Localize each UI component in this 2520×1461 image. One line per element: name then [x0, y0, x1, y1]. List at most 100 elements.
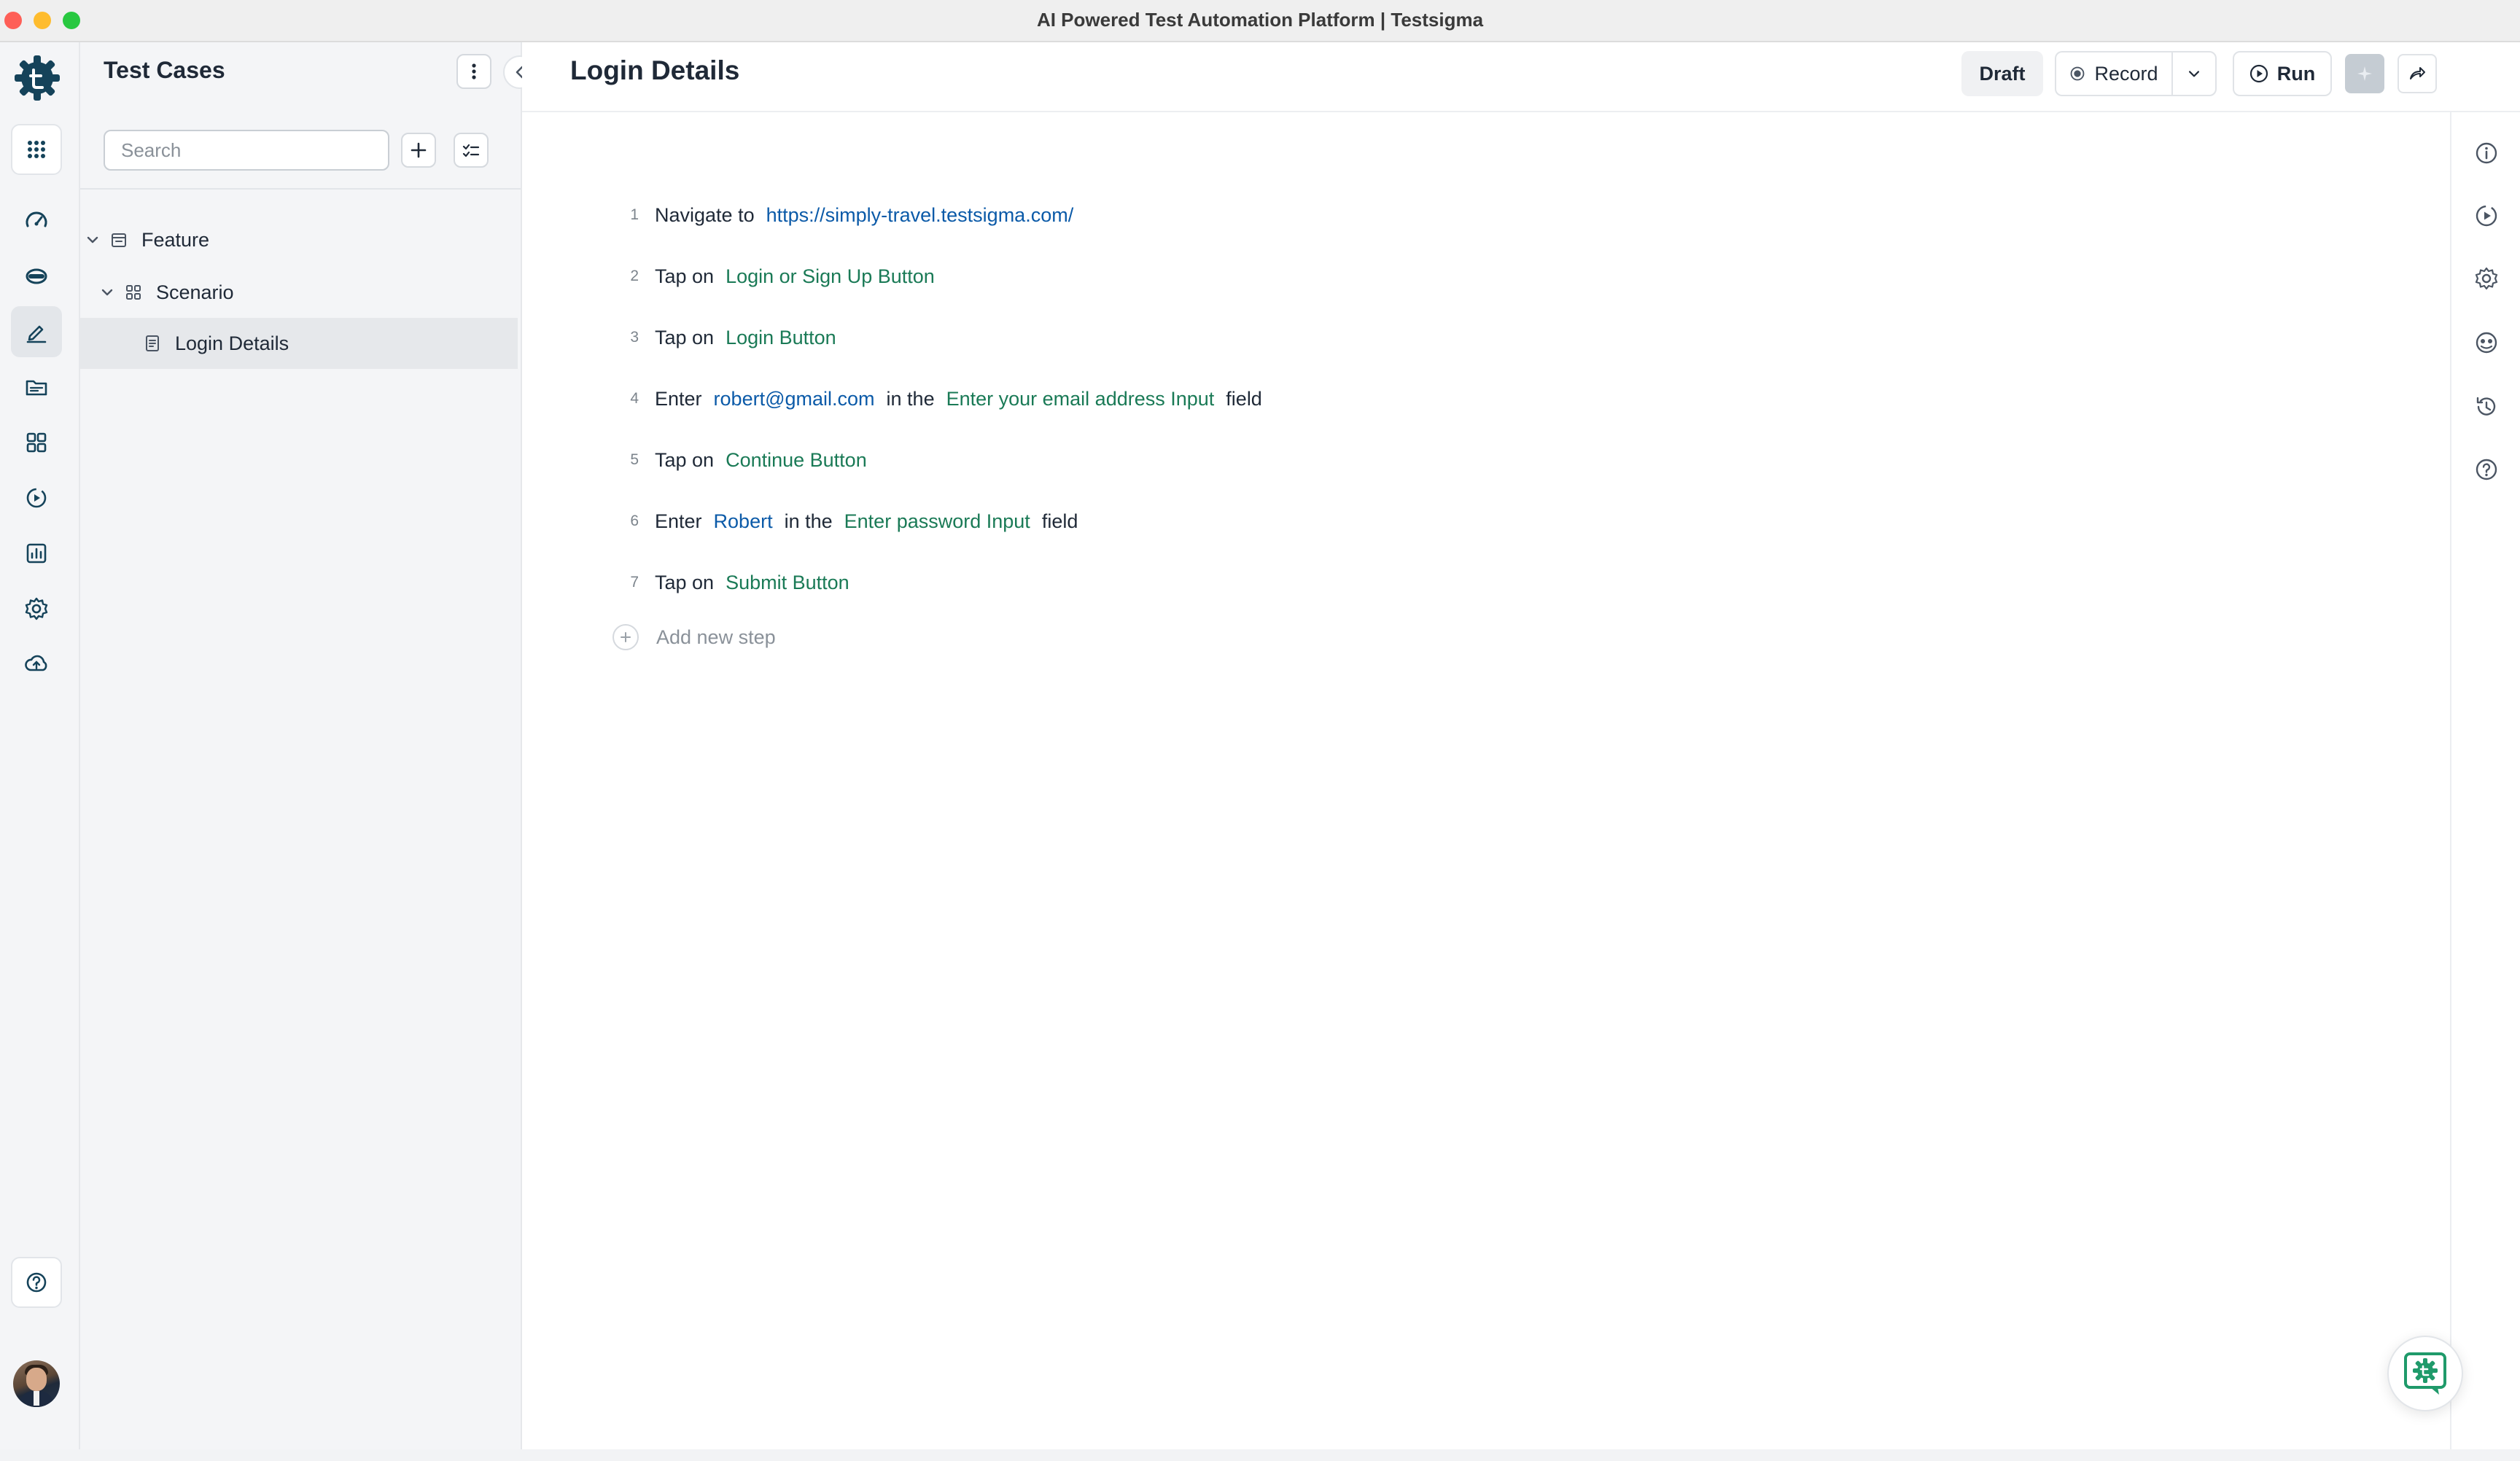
app-nav-rail — [0, 42, 80, 1461]
nav-run-results[interactable] — [11, 472, 62, 523]
step-test-data[interactable]: robert@gmail.com — [714, 388, 875, 410]
kebab-menu-icon — [472, 63, 476, 79]
step-action: Tap on — [655, 448, 715, 471]
record-label: Record — [2094, 62, 2158, 85]
tree-item-feature[interactable]: Feature — [80, 214, 518, 265]
test-case-edit-icon — [26, 325, 47, 343]
panel-title: Test Cases — [104, 57, 225, 83]
run-button[interactable]: Run — [2233, 51, 2332, 96]
settings-gear-icon[interactable] — [2473, 265, 2500, 292]
step-element[interactable]: Login Button — [726, 327, 836, 349]
nav-reports[interactable] — [11, 528, 62, 579]
folder-icon — [26, 380, 47, 396]
checklist-icon — [462, 144, 480, 157]
settings-gear-icon — [25, 597, 48, 620]
help-button[interactable] — [11, 1257, 62, 1308]
add-test-case-button[interactable] — [401, 133, 436, 168]
panel-divider — [80, 188, 521, 190]
scenario-icon — [126, 285, 141, 300]
step-number: 6 — [630, 513, 639, 529]
dashboard-gauge-icon — [26, 211, 47, 227]
nav-cloud-upload[interactable] — [11, 639, 62, 690]
step-number: 2 — [630, 268, 639, 284]
history-icon[interactable] — [2473, 394, 2500, 420]
step-action: Enter — [655, 387, 702, 410]
editor-header: Login Details Draft Record Run — [522, 42, 2489, 112]
ai-agent-icon[interactable] — [2473, 330, 2500, 356]
cloud-upload-icon — [25, 655, 47, 671]
sparkle-icon — [2357, 66, 2372, 81]
nav-dashboard[interactable] — [11, 195, 62, 246]
window-titlebar: AI Powered Test Automation Platform | Te… — [0, 0, 2520, 42]
test-step-5[interactable]: 5 Tap on Continue Button — [522, 442, 2418, 478]
test-step-6[interactable]: 6 Enter Robert in the Enter password Inp… — [522, 503, 2418, 539]
help-icon[interactable] — [2473, 456, 2500, 483]
step-number: 3 — [630, 329, 639, 346]
test-step-1[interactable]: 1 Navigate to https://simply-travel.test… — [522, 197, 2418, 233]
test-case-editor: Login Details Draft Record Run 1 Navigat… — [522, 42, 2489, 1449]
step-test-data[interactable]: https://simply-travel.testsigma.com/ — [766, 204, 1074, 227]
testsigma-logo-icon[interactable] — [12, 52, 63, 104]
chevron-down-icon — [2188, 71, 2200, 77]
modules-grid-icon — [26, 432, 47, 453]
step-element[interactable]: Login or Sign Up Button — [726, 265, 935, 288]
play-icon — [2249, 64, 2268, 83]
test-cases-panel: Test Cases Feature — [80, 42, 537, 1449]
help-icon — [26, 1272, 47, 1293]
record-icon — [2071, 66, 2085, 81]
run-label: Run — [2276, 62, 2316, 85]
step-action: Tap on — [655, 265, 715, 287]
apps-grid-button[interactable] — [11, 124, 62, 175]
test-case-icon — [146, 335, 159, 351]
chevron-down-icon[interactable] — [99, 284, 115, 300]
window-bottom-edge — [0, 1449, 2520, 1461]
test-data-icon — [26, 268, 47, 284]
user-avatar[interactable] — [13, 1360, 60, 1407]
chevron-down-icon[interactable] — [85, 232, 101, 248]
share-forward-icon — [2410, 67, 2425, 79]
step-element[interactable]: Continue Button — [726, 449, 867, 472]
plus-icon — [411, 142, 427, 158]
nav-test-suites[interactable] — [11, 362, 62, 413]
ai-generate-button[interactable] — [2345, 54, 2384, 93]
tree-item-login-details[interactable]: Login Details — [80, 318, 518, 369]
search-input[interactable] — [104, 130, 389, 171]
nav-modules[interactable] — [11, 417, 62, 468]
tree-item-label: Feature — [141, 228, 210, 251]
share-button[interactable] — [2398, 54, 2437, 93]
feature-icon — [112, 233, 126, 247]
step-element[interactable]: Submit Button — [726, 572, 849, 594]
nav-test-data[interactable] — [11, 251, 62, 302]
panel-more-options-button[interactable] — [456, 54, 491, 89]
test-step-4[interactable]: 4 Enter robert@gmail.com in the Enter yo… — [522, 381, 2418, 417]
nav-test-development[interactable] — [11, 306, 62, 357]
step-action: Tap on — [655, 326, 715, 348]
right-rail-header — [2450, 42, 2520, 112]
test-step-3[interactable]: 3 Tap on Login Button — [522, 319, 2418, 356]
bulk-select-button[interactable] — [454, 133, 489, 168]
step-test-data[interactable]: Robert — [714, 510, 773, 533]
assistant-chat-button[interactable] — [2387, 1336, 2463, 1411]
record-options-dropdown[interactable] — [2171, 51, 2217, 96]
add-new-step-button[interactable]: Add new step — [612, 624, 776, 650]
step-number: 1 — [630, 206, 639, 223]
run-history-icon[interactable] — [2473, 203, 2500, 229]
step-action: Tap on — [655, 571, 715, 593]
step-action: Navigate to — [655, 203, 755, 226]
tree-item-label: Login Details — [175, 332, 289, 354]
tree-item-scenario[interactable]: Scenario — [80, 267, 518, 318]
step-number: 7 — [630, 574, 639, 591]
step-action: Enter — [655, 510, 702, 532]
tree-item-label: Scenario — [156, 281, 234, 303]
nav-settings[interactable] — [11, 583, 62, 634]
page-title: Login Details — [570, 55, 740, 85]
step-element[interactable]: Enter your email address Input — [946, 388, 1215, 410]
draft-status-button[interactable]: Draft — [1961, 51, 2043, 96]
step-element[interactable]: Enter password Input — [844, 510, 1030, 533]
test-step-7[interactable]: 7 Tap on Submit Button — [522, 564, 2418, 601]
test-step-2[interactable]: 2 Tap on Login or Sign Up Button — [522, 258, 2418, 295]
info-icon[interactable] — [2473, 140, 2500, 166]
window-title: AI Powered Test Automation Platform | Te… — [1036, 9, 1484, 31]
step-connector: field — [1226, 387, 1262, 410]
record-button[interactable]: Record — [2055, 51, 2171, 96]
